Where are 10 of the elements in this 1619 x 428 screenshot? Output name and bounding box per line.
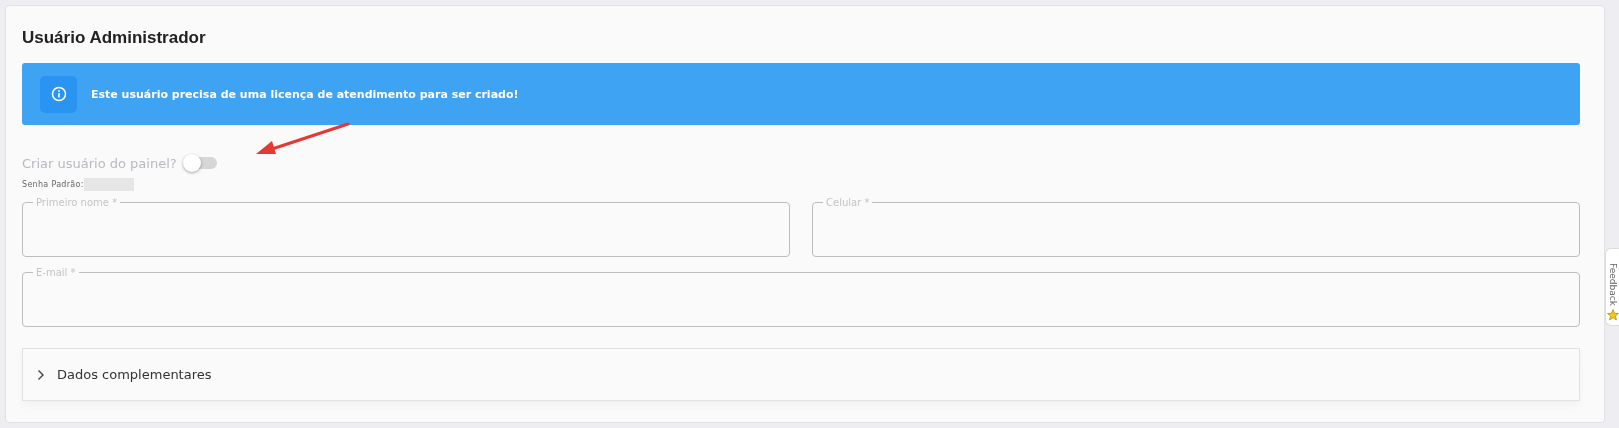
toggle-switch[interactable] xyxy=(184,157,217,169)
chevron-icon xyxy=(37,368,45,381)
star-icon xyxy=(1606,309,1619,321)
default-password-label: Senha Padrão: xyxy=(22,179,84,189)
info-message: Este usuário precisa de uma licença de atendimento para ser criado! xyxy=(91,87,519,101)
info-icon xyxy=(40,75,77,113)
section-title: Usuário Administrador xyxy=(22,28,207,48)
expander-header[interactable]: Dados complementares xyxy=(22,348,1580,401)
toggle-label: Criar usuário do painel? xyxy=(22,155,177,171)
feedback-tab[interactable]: Feedback xyxy=(1605,248,1619,326)
